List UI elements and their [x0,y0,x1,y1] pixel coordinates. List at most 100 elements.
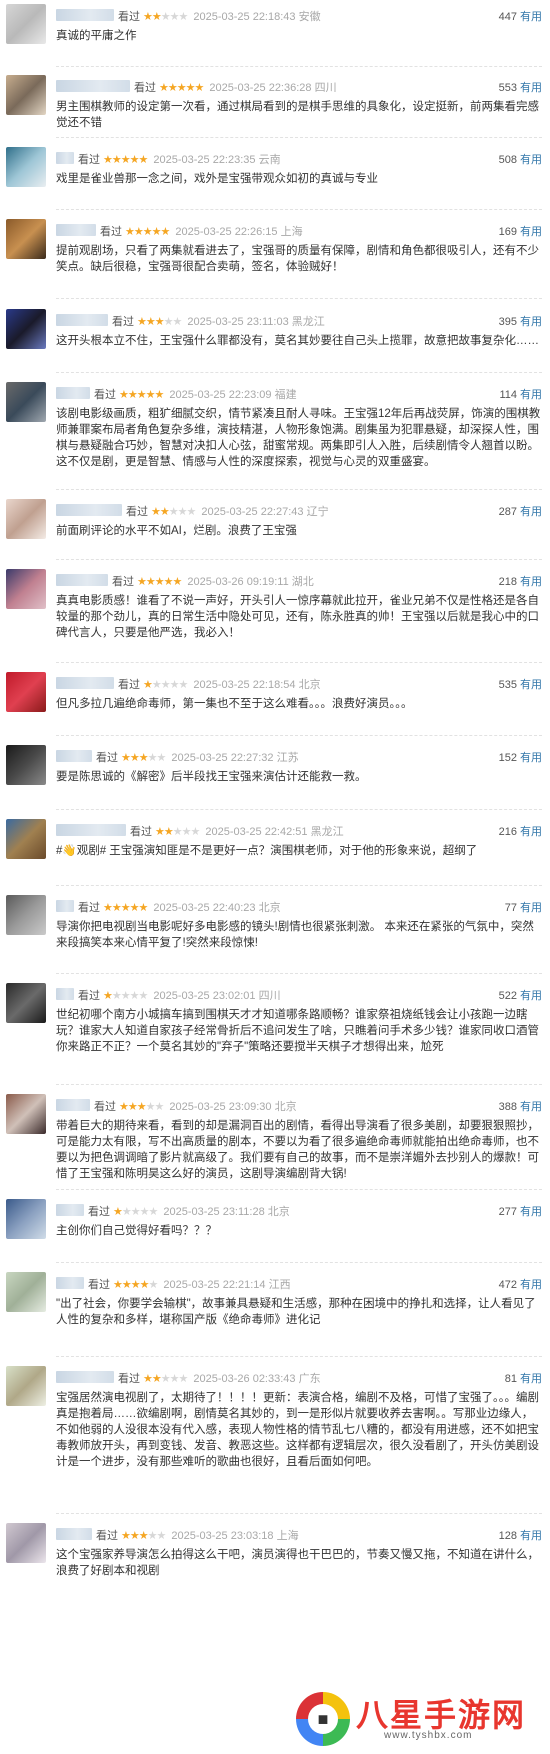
watched-status: 看过 [118,11,140,23]
divider [56,885,542,886]
useful-button[interactable]: 有用 [520,11,542,23]
star-icon: ★ [103,990,113,1002]
user-avatar[interactable] [6,75,46,115]
star-icon: ★ [143,679,153,691]
useful-votes[interactable]: 447 有用 [499,9,542,25]
user-avatar[interactable] [6,819,46,859]
useful-button[interactable]: 有用 [520,679,542,691]
useful-votes[interactable]: 535 有用 [499,677,542,693]
user-avatar[interactable] [6,1199,46,1239]
useful-votes[interactable]: 114 有用 [499,387,542,403]
review-header: 看过 ★★★★★ 2025-03-25 23:09:30 北京 388 有用 [56,1099,542,1115]
useful-votes[interactable]: 277 有用 [499,1204,542,1220]
review-header: 看过 ★★★★★ 2025-03-25 22:36:28 四川 553 有用 [56,80,542,96]
useful-button[interactable]: 有用 [520,82,542,94]
divider [56,973,542,974]
user-avatar[interactable] [6,382,46,422]
star-icon: ★ [145,389,156,401]
star-icon: ★ [137,316,147,328]
useful-button[interactable]: 有用 [520,1530,542,1542]
username-blurred[interactable] [56,224,96,236]
useful-button[interactable]: 有用 [520,226,542,238]
divider [56,559,542,560]
star-icon: ★ [138,902,149,914]
user-avatar[interactable] [6,1272,46,1312]
user-avatar[interactable] [6,1094,46,1134]
star-icon: ★ [154,1101,165,1113]
username-blurred[interactable] [56,504,122,516]
username-blurred[interactable] [56,9,114,21]
watermark-url: www.tyshbx.com [384,1730,473,1741]
user-avatar[interactable] [6,745,46,785]
user-avatar[interactable] [6,147,46,187]
watched-status: 看过 [94,389,116,401]
useful-button[interactable]: 有用 [520,826,542,838]
username-blurred[interactable] [56,574,108,586]
username-blurred[interactable] [56,1204,84,1216]
review-time-location: 2025-03-25 22:21:14 江西 [163,1279,291,1291]
useful-votes[interactable]: 218 有用 [499,574,542,590]
user-avatar[interactable] [6,983,46,1023]
user-avatar[interactable] [6,1366,46,1406]
divider [56,1262,542,1263]
divider [56,1189,542,1190]
user-avatar[interactable] [6,1523,46,1563]
vote-count: 169 [498,226,517,238]
useful-votes[interactable]: 508 有用 [499,152,542,168]
user-avatar[interactable] [6,569,46,609]
star-icon: ★ [121,752,131,764]
user-avatar[interactable] [6,4,46,44]
useful-votes[interactable]: 388 有用 [499,1099,542,1115]
username-blurred[interactable] [56,1371,114,1383]
useful-votes[interactable]: 472 有用 [499,1277,542,1293]
star-icon: ★ [163,826,174,838]
useful-button[interactable]: 有用 [520,389,542,401]
username-blurred[interactable] [56,1528,92,1540]
useful-votes[interactable]: 77 有用 [505,900,542,916]
username-blurred[interactable] [56,1099,90,1111]
useful-votes[interactable]: 152 有用 [499,750,542,766]
useful-votes[interactable]: 169 有用 [499,224,542,240]
username-blurred[interactable] [56,677,114,689]
useful-votes[interactable]: 81 有用 [505,1371,542,1387]
username-blurred[interactable] [56,152,74,164]
useful-votes[interactable]: 553 有用 [499,80,542,96]
useful-votes[interactable]: 287 有用 [499,504,542,520]
username-blurred[interactable] [56,900,74,912]
useful-button[interactable]: 有用 [520,902,542,914]
username-blurred[interactable] [56,1277,84,1289]
useful-button[interactable]: 有用 [520,154,542,166]
useful-button[interactable]: 有用 [520,316,542,328]
useful-votes[interactable]: 128 有用 [499,1528,542,1544]
useful-button[interactable]: 有用 [520,506,542,518]
username-blurred[interactable] [56,314,108,326]
username-blurred[interactable] [56,80,130,92]
user-avatar[interactable] [6,219,46,259]
star-icon: ★ [148,1279,159,1291]
useful-button[interactable]: 有用 [520,752,542,764]
useful-button[interactable]: 有用 [520,1279,542,1291]
star-icon: ★ [159,82,169,94]
username-blurred[interactable] [56,750,92,762]
useful-votes[interactable]: 395 有用 [499,314,542,330]
username-blurred[interactable] [56,988,74,1000]
watched-status: 看过 [118,679,140,691]
useful-votes[interactable]: 216 有用 [499,824,542,840]
user-avatar[interactable] [6,309,46,349]
useful-button[interactable]: 有用 [520,990,542,1002]
user-avatar[interactable] [6,895,46,935]
star-icon: ★ [163,316,174,328]
useful-button[interactable]: 有用 [520,1101,542,1113]
useful-button[interactable]: 有用 [520,576,542,588]
useful-button[interactable]: 有用 [520,1206,542,1218]
star-icon: ★ [138,154,149,166]
useful-votes[interactable]: 522 有用 [499,988,542,1004]
review-time-location: 2025-03-25 22:36:28 四川 [209,82,337,94]
user-avatar[interactable] [6,499,46,539]
user-avatar[interactable] [6,672,46,712]
site-watermark: ■ 八星手游网 www.tyshbx.com [294,1688,544,1750]
review-text: 要是陈思诚的《解密》后半段找王宝强来演估计还能救一救。 [56,771,367,783]
useful-button[interactable]: 有用 [520,1373,542,1385]
username-blurred[interactable] [56,387,90,399]
username-blurred[interactable] [56,824,126,836]
